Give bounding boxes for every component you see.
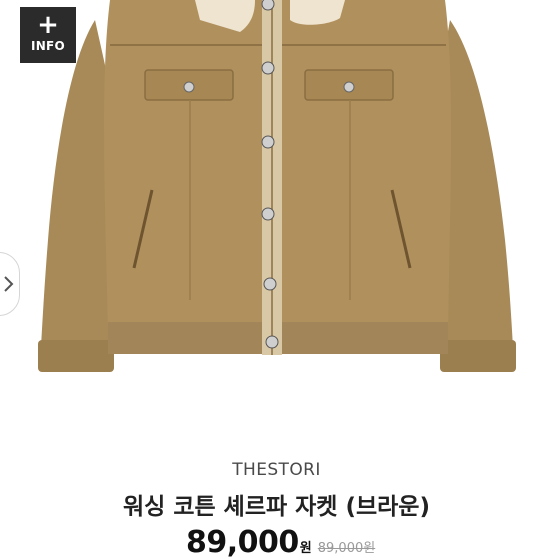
chevron-right-icon [4, 276, 14, 292]
product-title[interactable]: 워싱 코튼 셰르파 자켓 (브라운) [0, 487, 553, 521]
info-label: INFO [30, 39, 66, 53]
info-button[interactable]: + INFO [20, 7, 76, 63]
plus-icon: + [37, 10, 59, 40]
original-price: 89,000원 [317, 541, 376, 556]
sale-price: 89,000 [186, 525, 299, 560]
jacket-illustration [38, 0, 516, 372]
product-image[interactable] [0, 0, 553, 420]
price-unit: 원 [299, 541, 312, 556]
price-row: 89,000원 89,000원 [186, 525, 375, 560]
brand-name[interactable]: THESTORI [0, 460, 553, 480]
